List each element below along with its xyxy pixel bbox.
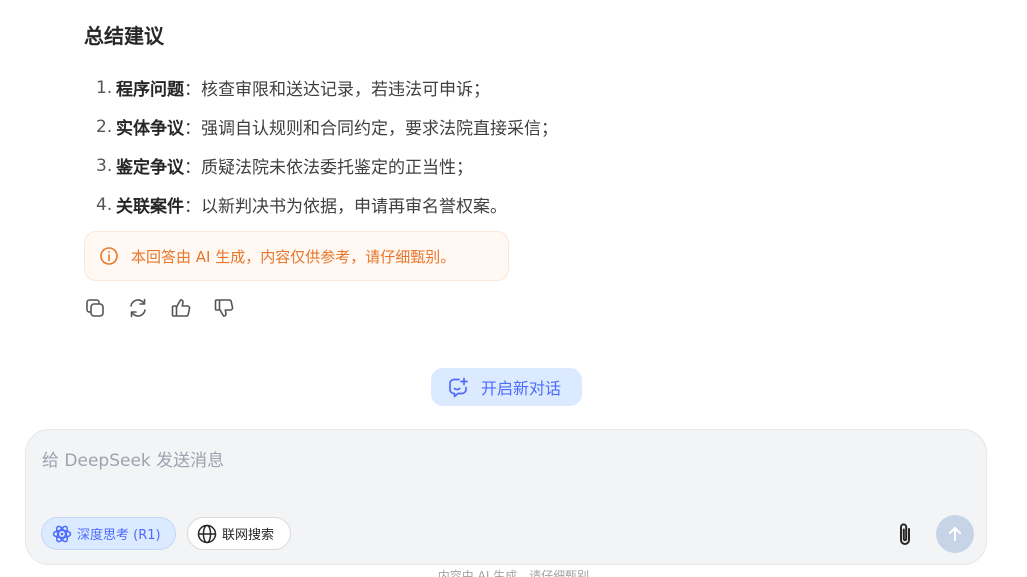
deep-think-label: 深度思考 (R1) xyxy=(77,528,161,543)
step-term: 鉴定争议 xyxy=(116,158,184,178)
list-item: 1. 程序问题：核查审限和送达记录，若违法可申诉； xyxy=(96,68,956,107)
thumbs-down-icon[interactable] xyxy=(213,294,235,322)
web-search-label: 联网搜索 xyxy=(222,528,275,543)
step-description: 核查审限和送达记录，若违法可申诉； xyxy=(201,80,490,100)
message-composer: 深度思考 (R1) 联网搜索 xyxy=(25,429,987,565)
send-button[interactable] xyxy=(936,515,974,553)
atom-icon xyxy=(52,524,72,544)
copy-icon[interactable] xyxy=(84,294,106,322)
answer-block: 总结建议 xyxy=(84,20,944,52)
step-number: 1. xyxy=(96,77,113,98)
info-icon xyxy=(99,246,119,266)
list-item: 2. 实体争议：强调自认规则和合同约定，要求法院直接采信； xyxy=(96,107,956,146)
step-separator: ： xyxy=(184,119,201,139)
new-chat-button[interactable]: 开启新对话 xyxy=(431,368,582,406)
step-separator: ： xyxy=(184,197,201,217)
step-description: 以新判决书为依据，申请再审名誉权案。 xyxy=(201,197,507,217)
ai-disclaimer: 本回答由 AI 生成，内容仅供参考，请仔细甄别。 xyxy=(84,231,509,281)
thumbs-up-icon[interactable] xyxy=(170,294,192,322)
disclaimer-text: 本回答由 AI 生成，内容仅供参考，请仔细甄别。 xyxy=(131,247,456,266)
step-description: 质疑法院未依法委托鉴定的正当性； xyxy=(201,158,473,178)
new-chat-label: 开启新对话 xyxy=(481,379,562,398)
globe-icon xyxy=(197,524,217,544)
message-actions xyxy=(84,294,235,322)
step-number: 2. xyxy=(96,116,113,137)
list-item: 4. 关联案件：以新判决书为依据，申请再审名誉权案。 xyxy=(96,185,956,224)
step-term: 实体争议 xyxy=(116,119,184,139)
step-description: 强调自认规则和合同约定，要求法院直接采信； xyxy=(201,119,558,139)
arrow-up-icon xyxy=(949,527,961,541)
footer-note: 内容由 AI 生成，请仔细甄别 xyxy=(437,569,590,577)
steps-list: 1. 程序问题：核查审限和送达记录，若违法可申诉； 2. 实体争议：强调自认规则… xyxy=(96,68,956,224)
new-chat-icon xyxy=(447,376,469,398)
list-item: 3. 鉴定争议：质疑法院未依法委托鉴定的正当性； xyxy=(96,146,956,185)
step-term: 程序问题 xyxy=(116,80,184,100)
section-title: 总结建议 xyxy=(84,24,164,48)
step-number: 3. xyxy=(96,155,113,176)
step-term: 关联案件 xyxy=(116,197,184,217)
paperclip-icon[interactable] xyxy=(892,520,918,550)
web-search-toggle[interactable]: 联网搜索 xyxy=(187,517,291,550)
step-separator: ： xyxy=(184,158,201,178)
step-separator: ： xyxy=(184,80,201,100)
message-input[interactable] xyxy=(42,446,962,506)
regenerate-icon[interactable] xyxy=(127,294,149,322)
deep-think-toggle[interactable]: 深度思考 (R1) xyxy=(41,517,176,550)
step-number: 4. xyxy=(96,194,113,215)
